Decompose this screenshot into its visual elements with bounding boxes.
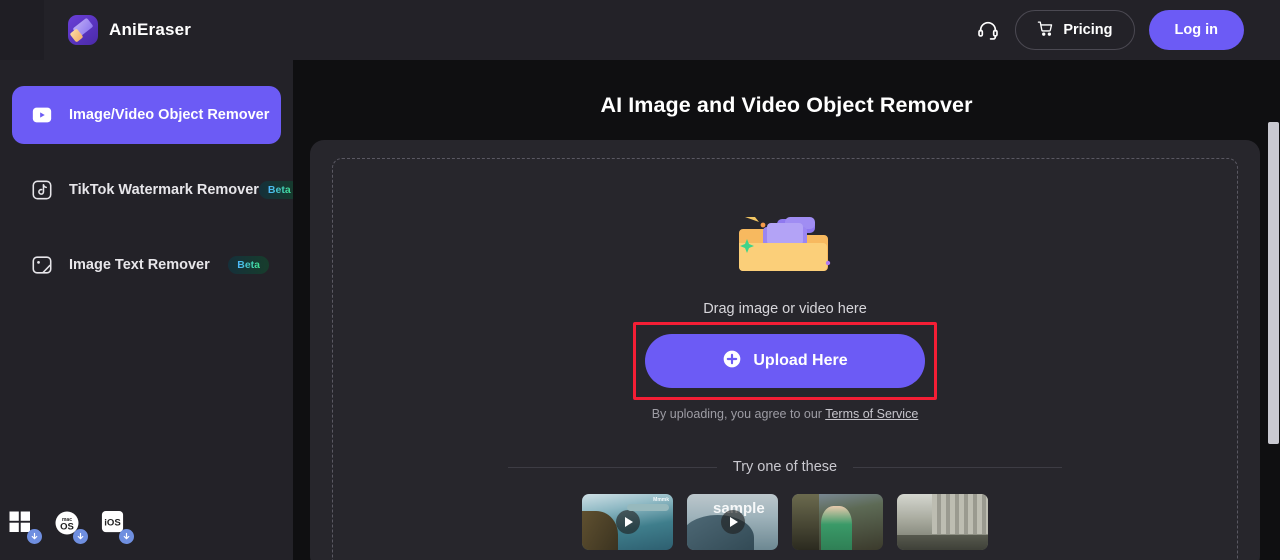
file-dropzone[interactable]: Drag image or video here Upload Here By … (332, 158, 1238, 560)
divider-line-right (853, 466, 1062, 468)
top-header: AniEraser Pricing Log in (0, 0, 1280, 60)
terms-of-service-link[interactable]: Terms of Service (825, 407, 918, 421)
plus-circle-icon (722, 349, 742, 374)
image-text-icon (31, 254, 53, 276)
terms-prefix: By uploading, you agree to our (651, 407, 826, 421)
desktop-app-downloads: mac OS iOS (8, 510, 134, 544)
vertical-scrollbar[interactable] (1266, 120, 1280, 560)
sample-image-city-street[interactable] (897, 494, 988, 550)
folder-media-upload-illustration (733, 209, 837, 279)
terms-notice: By uploading, you agree to our Terms of … (333, 407, 1237, 421)
download-badge-icon (27, 529, 42, 544)
scrollbar-thumb[interactable] (1268, 122, 1279, 444)
header-left-notch (0, 0, 44, 60)
video-play-icon (31, 104, 53, 126)
windows-download-icon[interactable] (8, 510, 42, 544)
brand[interactable]: AniEraser (68, 15, 191, 45)
drag-instruction-text: Drag image or video here (703, 301, 867, 317)
sample-watermark: Mmmk (653, 497, 669, 503)
sidebar-item-label: Image Text Remover (69, 257, 210, 273)
macos-download-icon[interactable]: mac OS (54, 510, 88, 544)
login-button[interactable]: Log in (1148, 10, 1244, 50)
upload-here-button[interactable]: Upload Here (645, 334, 925, 388)
pricing-button[interactable]: Pricing (1015, 10, 1135, 50)
sample-image-woman-rocks[interactable] (792, 494, 883, 550)
play-icon (615, 510, 640, 534)
sample-thumbnails: Mmmk sample (333, 494, 1237, 550)
divider-line-left (508, 466, 717, 468)
svg-text:OS: OS (60, 522, 74, 533)
sample-video-coastline[interactable]: Mmmk (582, 494, 673, 550)
ios-download-icon[interactable]: iOS (100, 510, 134, 544)
try-one-of-these-label: Try one of these (732, 459, 838, 475)
header-actions: Pricing Log in (975, 10, 1244, 50)
svg-text:iOS: iOS (104, 517, 121, 528)
page-title: AI Image and Video Object Remover (600, 93, 973, 117)
sample-video-mountain[interactable]: sample (687, 494, 778, 550)
eraser-logo-icon (68, 15, 98, 45)
brand-name: AniEraser (109, 20, 192, 39)
tiktok-note-icon (31, 179, 53, 201)
sidebar: Image/Video Object Remover TikTok Waterm… (0, 60, 300, 560)
anieraser-app-window: AniEraser Pricing Log in Image/Video Obj… (0, 0, 1280, 560)
shopping-cart-icon (1037, 20, 1054, 41)
download-badge-icon (119, 529, 134, 544)
upload-button-wrap: Upload Here (633, 322, 937, 400)
sidebar-item-label: TikTok Watermark Remover (69, 182, 259, 198)
sidebar-item-tiktok-watermark-remover[interactable]: TikTok Watermark Remover Beta (12, 161, 300, 219)
sidebar-item-image-text-remover[interactable]: Image Text Remover Beta (12, 236, 281, 294)
headset-icon[interactable] (975, 17, 1001, 43)
upload-here-label: Upload Here (753, 352, 848, 369)
try-divider: Try one of these (508, 459, 1062, 475)
sidebar-item-label: Image/Video Object Remover (69, 107, 270, 123)
upload-card: Drag image or video here Upload Here By … (310, 140, 1260, 560)
main-content: AI Image and Video Object Remover Drag i… (293, 60, 1280, 560)
download-badge-icon (73, 529, 88, 544)
play-icon (720, 510, 745, 534)
status-badge: Beta (228, 256, 269, 274)
pricing-label: Pricing (1063, 22, 1113, 38)
sidebar-item-image-video-object-remover[interactable]: Image/Video Object Remover (12, 86, 281, 144)
